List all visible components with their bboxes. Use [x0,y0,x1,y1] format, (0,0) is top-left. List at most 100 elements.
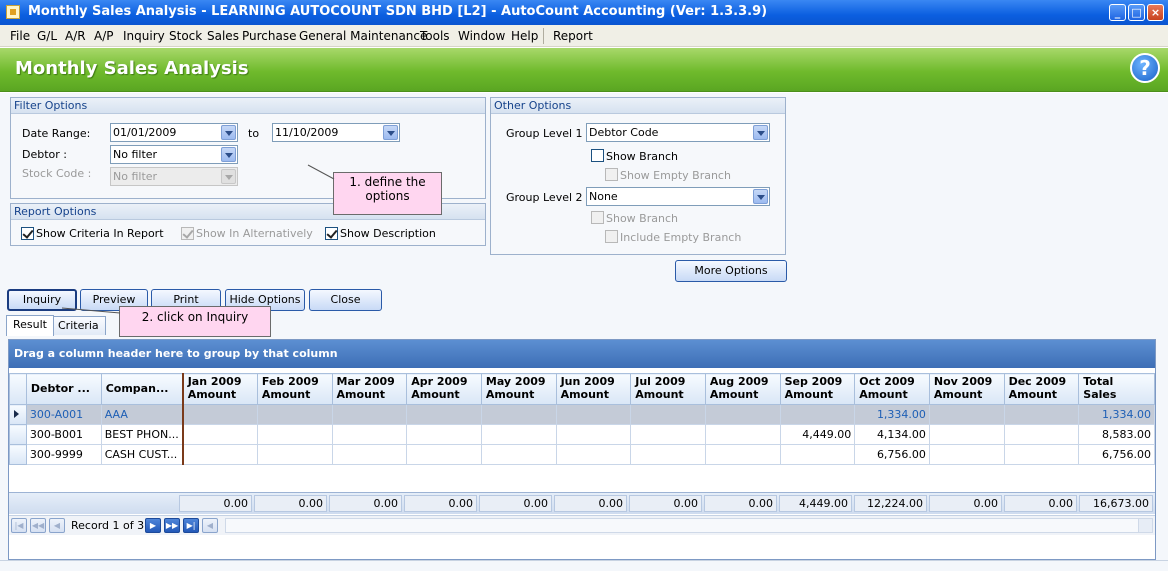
column-header-apr[interactable]: Apr 2009 Amount [406,373,482,405]
show-branch-1-checkbox[interactable] [591,149,604,162]
menu-help[interactable]: Help [511,29,538,43]
table-row[interactable]: 300-A001 AAA 1,334.00 1,334.00 [9,404,1155,425]
cell-amount[interactable] [928,404,1005,425]
group-by-panel[interactable]: Drag a column header here to group by th… [9,340,1155,368]
cell-debtor[interactable]: 300-A001 [25,404,102,425]
cell-debtor[interactable]: 300-9999 [25,444,102,465]
prev-record-icon[interactable]: ◀ [49,518,65,533]
chevron-down-icon[interactable] [753,125,768,140]
cell-debtor[interactable]: 300-B001 [25,424,102,445]
menu-window[interactable]: Window [458,29,505,43]
cell-amount[interactable] [928,444,1005,465]
menu-stock[interactable]: Stock [169,29,202,43]
cell-amount[interactable] [182,444,258,465]
cell-amount[interactable] [406,404,482,425]
horizontal-scrollbar[interactable] [225,518,1153,533]
scroll-right-icon[interactable] [1138,519,1152,532]
cell-amount[interactable] [182,404,258,425]
cell-amount[interactable] [1003,424,1080,445]
close-window-button[interactable]: × [1147,4,1164,21]
column-header-aug[interactable]: Aug 2009 Amount [704,373,781,405]
menu-report[interactable]: Report [553,29,593,43]
tab-result[interactable]: Result [6,315,54,336]
cell-amount[interactable] [704,404,781,425]
cell-company[interactable]: CASH CUST... [100,444,184,465]
column-header-jul[interactable]: Jul 2009 Amount [630,373,706,405]
cell-amount[interactable] [256,424,333,445]
cell-amount[interactable] [331,444,408,465]
chevron-down-icon[interactable] [221,125,236,140]
column-header-sep[interactable]: Sep 2009 Amount [779,373,856,405]
column-header-nov[interactable]: Nov 2009 Amount [928,373,1005,405]
cell-amount[interactable]: 4,449.00 [779,424,856,445]
cell-amount[interactable] [928,424,1005,445]
column-header-debtor[interactable]: Debtor ... [25,373,102,405]
cell-amount[interactable] [480,424,557,445]
menu-sales[interactable]: Sales [207,29,239,43]
menu-gl[interactable]: G/L [37,29,57,43]
menu-purchase[interactable]: Purchase [242,29,297,43]
cell-amount[interactable] [331,404,408,425]
cell-amount[interactable] [704,424,781,445]
next-page-icon[interactable]: ▶▶ [164,518,180,533]
group-level-1-select[interactable]: Debtor Code [586,123,770,142]
menu-general-maintenance[interactable]: General Maintenance [299,29,427,43]
chevron-down-icon[interactable] [753,189,768,204]
column-header-total-sales[interactable]: Total Sales [1078,373,1155,405]
show-description-checkbox[interactable] [325,227,338,240]
group-level-2-select[interactable]: None [586,187,770,206]
cell-amount[interactable] [406,424,482,445]
column-header-dec[interactable]: Dec 2009 Amount [1003,373,1080,405]
column-header-jun[interactable]: Jun 2009 Amount [555,373,632,405]
debtor-filter-select[interactable]: No filter [110,145,238,164]
chevron-down-icon[interactable] [221,147,236,162]
cell-company[interactable]: AAA [100,404,184,425]
table-row[interactable]: 300-B001 BEST PHON... 4,449.00 4,134.00 … [9,424,1155,445]
cell-total[interactable]: 6,756.00 [1078,444,1155,465]
cell-amount[interactable] [779,404,856,425]
cell-amount[interactable] [630,404,706,425]
close-button[interactable]: Close [309,289,382,311]
show-criteria-checkbox[interactable] [21,227,34,240]
tab-criteria[interactable]: Criteria [51,316,106,335]
cell-amount[interactable]: 6,756.00 [854,444,930,465]
cell-amount[interactable] [480,444,557,465]
column-header-oct[interactable]: Oct 2009 Amount [854,373,930,405]
column-header-may[interactable]: May 2009 Amount [480,373,557,405]
column-header-company[interactable]: Compan... [100,373,184,405]
help-icon[interactable]: ? [1130,53,1160,83]
cell-company[interactable]: BEST PHON... [100,424,184,445]
menu-tools[interactable]: Tools [420,29,450,43]
cell-amount[interactable]: 1,334.00 [854,404,930,425]
more-options-button[interactable]: More Options [675,260,787,282]
cell-amount[interactable] [331,424,408,445]
scroll-left-icon[interactable]: ◀ [202,518,218,533]
cell-amount[interactable] [555,424,632,445]
cell-amount[interactable] [182,424,258,445]
cell-amount[interactable] [406,444,482,465]
cell-amount[interactable] [630,424,706,445]
minimize-button[interactable]: _ [1109,4,1126,21]
chevron-down-icon[interactable] [383,125,398,140]
cell-total[interactable]: 1,334.00 [1078,404,1155,425]
last-record-icon[interactable]: ▶| [183,518,199,533]
maximize-button[interactable]: □ [1128,4,1145,21]
cell-amount[interactable] [1003,444,1080,465]
prev-page-icon[interactable]: ◀◀ [30,518,46,533]
cell-amount[interactable] [480,404,557,425]
menu-file[interactable]: File [10,29,30,43]
table-row[interactable]: 300-9999 CASH CUST... 6,756.00 6,756.00 [9,444,1155,465]
cell-amount[interactable] [555,444,632,465]
column-header-mar[interactable]: Mar 2009 Amount [331,373,408,405]
next-record-icon[interactable]: ▶ [145,518,161,533]
column-header-jan[interactable]: Jan 2009 Amount [182,373,258,405]
cell-amount[interactable] [630,444,706,465]
cell-amount[interactable]: 4,134.00 [854,424,930,445]
column-header-feb[interactable]: Feb 2009 Amount [256,373,333,405]
cell-amount[interactable] [1003,404,1080,425]
menu-inquiry[interactable]: Inquiry [123,29,165,43]
cell-total[interactable]: 8,583.00 [1078,424,1155,445]
cell-amount[interactable] [256,444,333,465]
first-record-icon[interactable]: |◀ [11,518,27,533]
menu-ap[interactable]: A/P [94,29,114,43]
